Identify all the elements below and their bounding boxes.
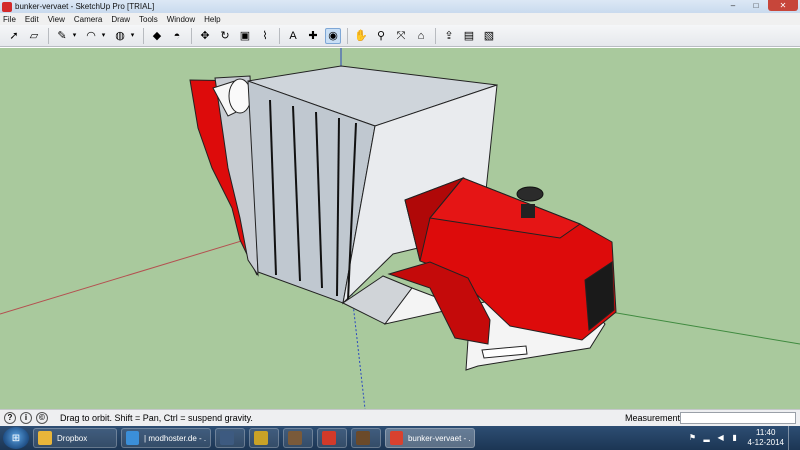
volume-icon[interactable]: ◀: [716, 433, 726, 443]
maximize-button[interactable]: □: [745, 0, 767, 11]
tool-dropdown-icon[interactable]: ▾: [71, 28, 78, 44]
arc-icon[interactable]: ◠: [83, 28, 99, 44]
taskbar: ⊞ Dropbox | modhoster.de - ... bunker-verv…: [0, 426, 800, 450]
toolbar: ➚ ▱ ✎ ▾ ◠ ▾ ◍ ▾ ◆ ◓ ✥ ↻ ▣ ⌇ A ✚ ◉ ✋ ⚲ ⤧ ⌂ ⇪ ▤ ▧: [0, 25, 800, 47]
zoom-icon[interactable]: ⚲: [373, 28, 389, 44]
app-icon: [220, 431, 234, 445]
menu-bar: File Edit View Camera Draw Tools Window …: [0, 13, 800, 25]
drawing-viewport[interactable]: [0, 48, 800, 409]
network-icon[interactable]: ▂: [702, 433, 712, 443]
game-icon: [288, 431, 302, 445]
clock[interactable]: 11:40 4-12-2014: [748, 428, 784, 448]
pan-icon[interactable]: ✋: [353, 28, 369, 44]
orbit-icon[interactable]: ◉: [325, 27, 341, 44]
clock-date: 4-12-2014: [747, 438, 784, 447]
text-icon[interactable]: A: [285, 28, 301, 44]
status-bar: ? i © Drag to orbit. Shift = Pan, Ctrl =…: [0, 409, 800, 426]
taskbar-folder[interactable]: Dropbox: [33, 428, 117, 448]
bunker-model[interactable]: [189, 65, 617, 371]
sketchup-icon: [390, 431, 403, 445]
opera-icon: [322, 431, 336, 445]
sketchup-app-icon[interactable]: [2, 1, 12, 12]
menu-window[interactable]: Window: [167, 15, 195, 24]
share-model-icon[interactable]: ⇪: [441, 28, 457, 44]
taskbar-label: Dropbox: [57, 433, 88, 443]
follow-me-icon[interactable]: ◓: [169, 28, 185, 44]
move-icon[interactable]: ✥: [197, 28, 213, 44]
menu-edit[interactable]: Edit: [25, 15, 39, 24]
taskbar-opera[interactable]: [317, 428, 347, 448]
menu-view[interactable]: View: [48, 15, 65, 24]
start-button[interactable]: ⊞: [3, 427, 29, 449]
taskbar-label: bunker-vervaet - ...: [407, 433, 470, 443]
select-arrow-icon[interactable]: ➚: [6, 28, 22, 44]
toolbar-separator: [48, 27, 49, 44]
paint-bucket-icon[interactable]: ◍: [112, 28, 128, 44]
push-pull-icon[interactable]: ◆: [149, 28, 165, 44]
exhaust-cap: [516, 186, 544, 202]
battery-icon[interactable]: ▮: [730, 433, 740, 443]
offset-icon[interactable]: ▣: [237, 28, 253, 44]
measurements-input[interactable]: [680, 412, 796, 424]
menu-draw[interactable]: Draw: [111, 15, 130, 24]
game-icon: [356, 431, 370, 445]
taskbar-key[interactable]: [249, 428, 279, 448]
status-hint: Drag to orbit. Shift = Pan, Ctrl = suspe…: [60, 413, 253, 423]
credits-icon[interactable]: ©: [36, 412, 48, 424]
title-bar: bunker-vervaet - SketchUp Pro [TRIAL] – …: [0, 0, 800, 13]
warehouse-icon[interactable]: ⌂: [413, 28, 429, 44]
zoom-extents-icon[interactable]: ⤧: [393, 28, 409, 44]
taskbar-app-x[interactable]: [215, 428, 245, 448]
axes-icon[interactable]: ✚: [305, 28, 321, 44]
tool-dropdown-icon[interactable]: ▾: [129, 28, 136, 44]
eraser-icon[interactable]: ▱: [26, 28, 42, 44]
window-title: bunker-vervaet - SketchUp Pro [TRIAL]: [15, 2, 155, 11]
model-canvas[interactable]: [0, 48, 800, 409]
window-controls: – □ ✕: [722, 0, 798, 13]
taskbar-label: | modhoster.de - ...: [144, 433, 206, 443]
taskbar-game-2[interactable]: [351, 428, 381, 448]
minimize-button[interactable]: –: [722, 0, 744, 11]
taskbar-chrome[interactable]: | modhoster.de - ...: [121, 428, 211, 448]
tape-measure-icon[interactable]: ⌇: [257, 28, 273, 44]
toolbar-separator: [279, 27, 280, 44]
flag-icon[interactable]: ⚑: [688, 433, 698, 443]
toolbar-separator: [143, 27, 144, 44]
send-to-layout-icon[interactable]: ▧: [481, 28, 497, 44]
toolbar-separator: [191, 27, 192, 44]
folder-icon: [38, 431, 52, 445]
help-icon[interactable]: ?: [4, 412, 16, 424]
menu-tools[interactable]: Tools: [139, 15, 158, 24]
taskbar-sketchup[interactable]: bunker-vervaet - ...: [385, 428, 475, 448]
measurements-label: Measurements: [625, 413, 685, 423]
toolbar-separator: [435, 27, 436, 44]
rotate-icon[interactable]: ↻: [217, 28, 233, 44]
menu-help[interactable]: Help: [204, 15, 220, 24]
pencil-icon[interactable]: ✎: [54, 28, 70, 44]
close-button[interactable]: ✕: [768, 0, 798, 11]
geo-location-icon[interactable]: i: [20, 412, 32, 424]
chrome-icon: [126, 431, 140, 445]
tool-dropdown-icon[interactable]: ▾: [100, 28, 107, 44]
clock-time: 11:40: [756, 428, 776, 437]
taskbar-game-1[interactable]: [283, 428, 313, 448]
system-tray: ⚑ ▂ ◀ ▮ 11:40 4-12-2014: [688, 426, 800, 450]
menu-file[interactable]: File: [3, 15, 16, 24]
extension-warehouse-icon[interactable]: ▤: [461, 28, 477, 44]
key-icon: [254, 431, 268, 445]
toolbar-separator: [347, 27, 348, 44]
show-desktop-button[interactable]: [788, 426, 796, 450]
menu-camera[interactable]: Camera: [74, 15, 102, 24]
exhaust-pipe: [521, 204, 535, 218]
